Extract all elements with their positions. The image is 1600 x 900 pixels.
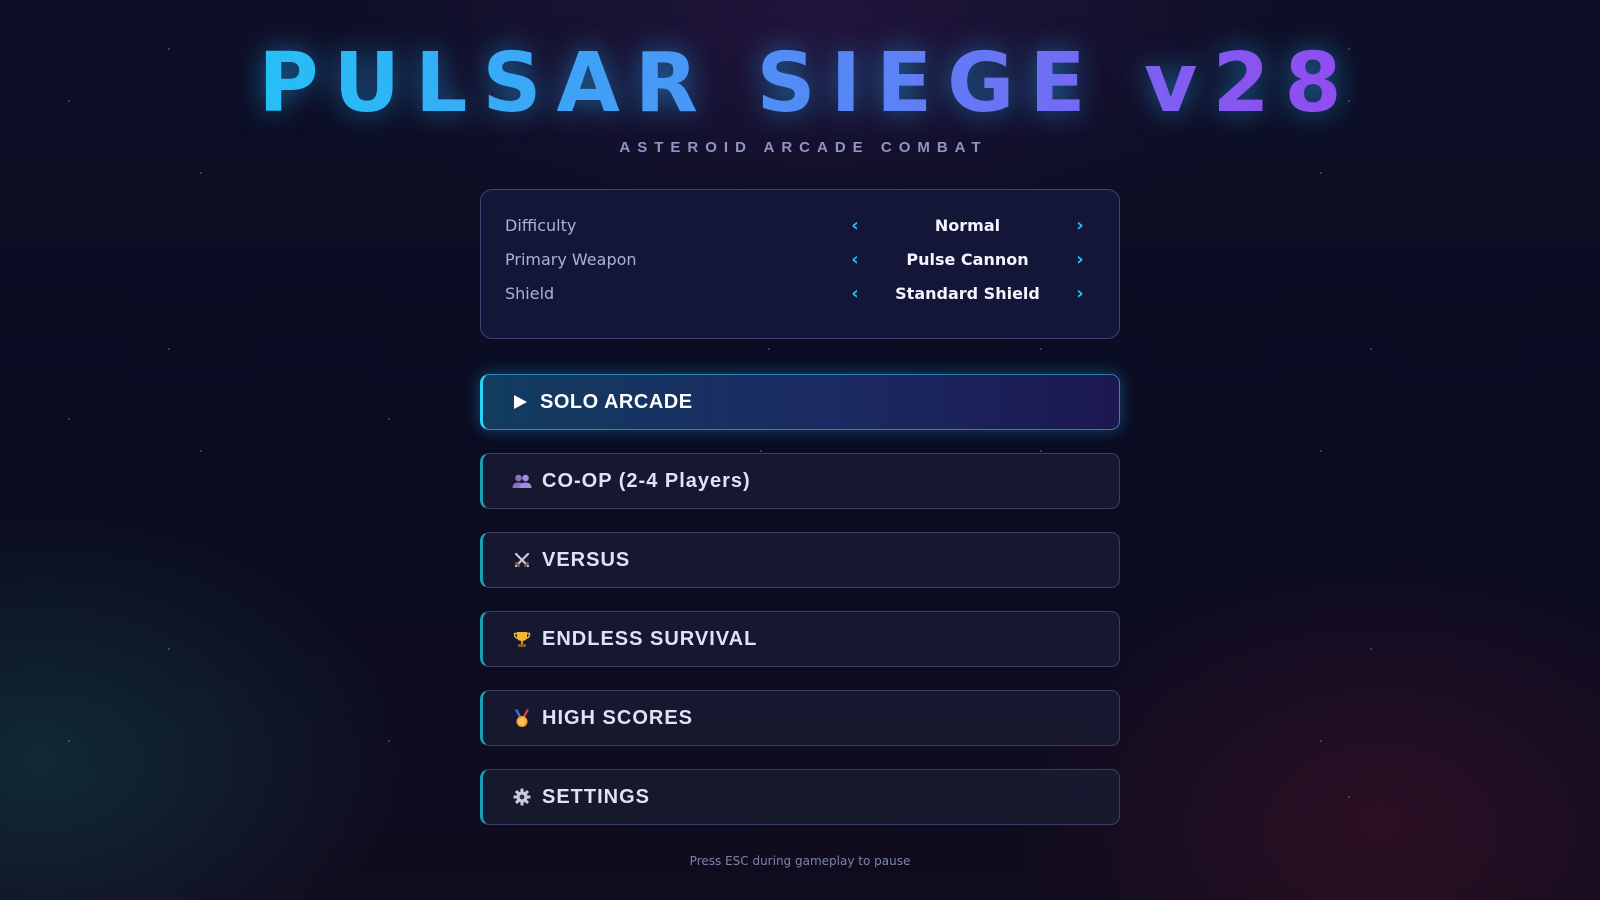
settings-button[interactable]: SETTINGS <box>480 769 1120 825</box>
pause-hint: Press ESC during gameplay to pause <box>689 854 911 868</box>
option-value: Normal <box>934 215 1001 235</box>
high-scores-button[interactable]: HIGH SCORES <box>480 690 1120 746</box>
menu-button-label: SETTINGS <box>542 785 651 808</box>
chevron-left-icon[interactable]: ‹ <box>845 249 865 270</box>
chevron-right-icon[interactable]: › <box>1070 283 1090 304</box>
chevron-left-icon[interactable]: ‹ <box>845 215 865 236</box>
option-row-difficulty: Difficulty ‹ Normal › <box>505 208 1095 242</box>
option-value: Pulse Cannon <box>906 249 1029 269</box>
menu-button-label: HIGH SCORES <box>542 706 694 729</box>
chevron-right-icon[interactable]: › <box>1070 249 1090 270</box>
menu-button-label: VERSUS <box>542 548 631 571</box>
gear-icon <box>511 788 533 806</box>
option-label: Primary Weapon <box>505 249 637 269</box>
menu-button-label: ENDLESS SURVIVAL <box>542 627 758 650</box>
endless-survival-button[interactable]: ENDLESS SURVIVAL <box>480 611 1120 667</box>
versus-button[interactable]: VERSUS <box>480 532 1120 588</box>
chevron-right-icon[interactable]: › <box>1070 215 1090 236</box>
menu-button-label: SOLO ARCADE <box>540 390 693 413</box>
loadout-options-panel: Difficulty ‹ Normal › Primary Weapon ‹ P… <box>480 189 1120 339</box>
option-row-shield: Shield ‹ Standard Shield › <box>505 276 1095 310</box>
option-label: Shield <box>505 283 555 303</box>
crossed-swords-icon <box>511 551 533 569</box>
chevron-left-icon[interactable]: ‹ <box>845 283 865 304</box>
option-row-primary-weapon: Primary Weapon ‹ Pulse Cannon › <box>505 242 1095 276</box>
solo-arcade-button[interactable]: SOLO ARCADE <box>480 374 1120 430</box>
coop-button[interactable]: CO-OP (2-4 Players) <box>480 453 1120 509</box>
players-icon <box>511 473 533 489</box>
trophy-icon <box>511 630 533 648</box>
game-title: PULSAR SIEGE v28 <box>0 34 1600 134</box>
play-icon <box>509 394 531 410</box>
menu-button-label: CO-OP (2-4 Players) <box>542 469 751 492</box>
option-label: Difficulty <box>505 215 577 235</box>
main-menu: SOLO ARCADE CO-OP (2-4 Players) VERSUS E… <box>480 374 1120 848</box>
medal-icon <box>511 708 533 728</box>
option-value: Standard Shield <box>895 283 1040 303</box>
game-subtitle: ASTEROID ARCADE COMBAT <box>619 139 988 156</box>
